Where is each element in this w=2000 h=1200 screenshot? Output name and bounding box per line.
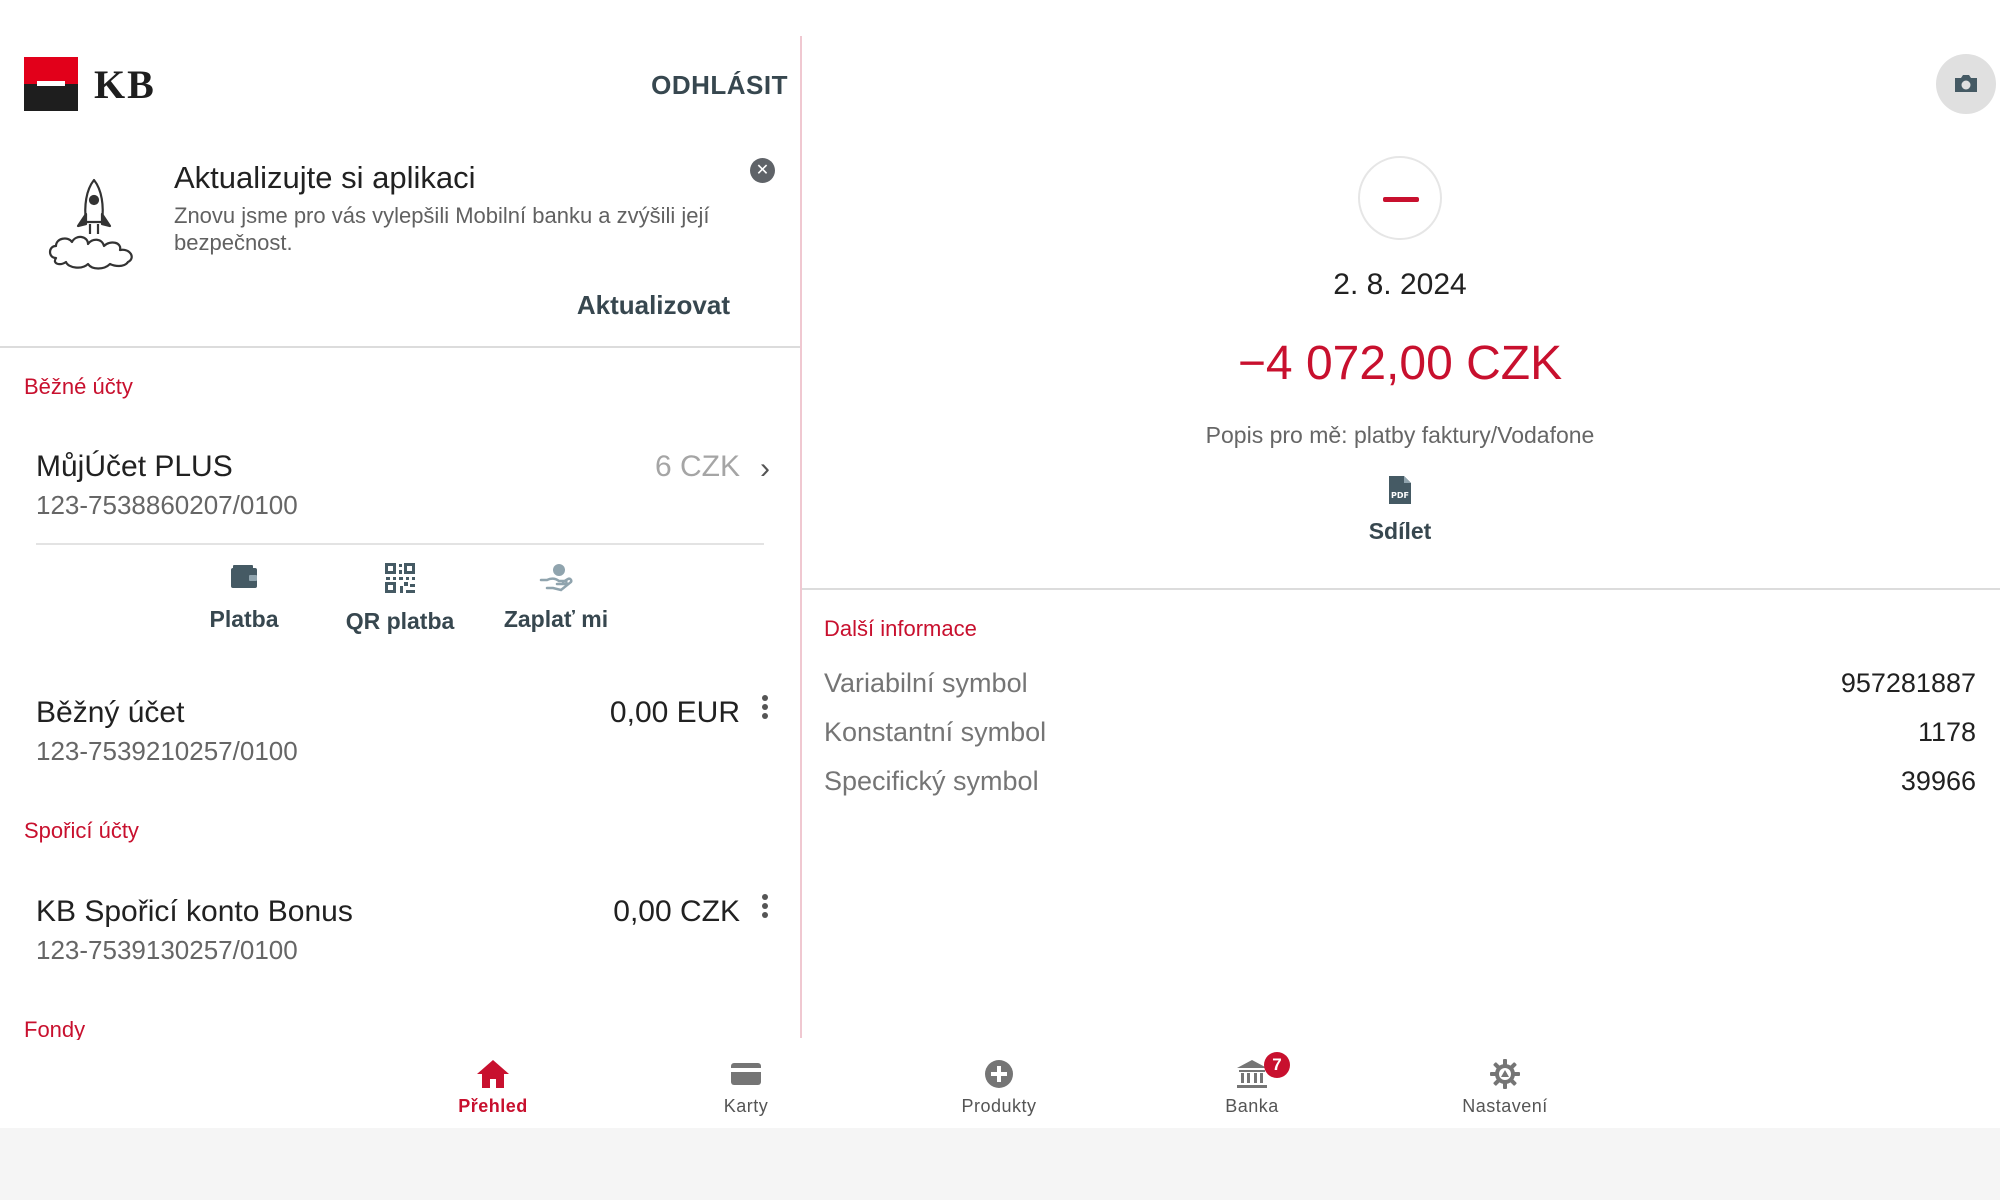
section-current-accounts: Běžné účty [24, 374, 133, 399]
gear-icon [1490, 1059, 1520, 1089]
account-balance: 0,00 CZK [613, 895, 740, 928]
nav-cards[interactable]: Karty [676, 1058, 816, 1117]
bottom-navigation: Přehled Karty Produkty 7 Banka Nastavení [0, 1040, 2000, 1128]
card-icon [731, 1063, 761, 1085]
account-balance: 0,00 EUR [609, 696, 740, 729]
account-balance: 6 CZK [654, 450, 740, 483]
accounts-panel: KB ODHLÁSIT Aktualizujte si aplikaci Zno… [0, 0, 800, 1040]
detail-label: Variabilní symbol [824, 668, 1028, 698]
kb-logo-text: KB [94, 62, 156, 107]
divider [802, 588, 2000, 590]
logout-button[interactable]: ODHLÁSIT [651, 70, 788, 101]
transaction-description: Popis pro mě: platby faktury/Vodafone [1205, 422, 1595, 448]
home-icon [477, 1060, 509, 1088]
detail-label: Specifický symbol [824, 766, 1039, 796]
more-vertical-icon[interactable] [758, 692, 772, 722]
nav-cards-label: Karty [723, 1096, 769, 1116]
payment-button[interactable]: Platba [164, 562, 324, 633]
detail-value: 957281887 [1840, 668, 1976, 698]
system-bar [0, 1128, 2000, 1200]
account-name: MůjÚčet PLUS [36, 450, 233, 483]
transaction-detail-panel: 2. 8. 2024 −4 072,00 CZK Popis pro mě: p… [802, 0, 2000, 1040]
banner-title: Aktualizujte si aplikaci [174, 160, 476, 195]
wallet-icon [231, 565, 257, 588]
close-icon[interactable]: ✕ [750, 158, 775, 183]
banner-text: Znovu jsme pro vás vylepšili Mobilní ban… [174, 203, 710, 255]
nav-bank[interactable]: 7 Banka [1182, 1052, 1322, 1117]
nav-products-label: Produkty [961, 1096, 1037, 1116]
qr-code-icon [385, 563, 415, 593]
outgoing-payment-icon [1358, 156, 1442, 240]
account-number: 123-7538860207/0100 [36, 490, 298, 520]
section-funds: Fondy [24, 1017, 86, 1040]
request-money-icon [539, 564, 573, 592]
payment-label: Platba [209, 606, 279, 632]
divider [36, 543, 764, 545]
nav-overview-label: Přehled [458, 1096, 528, 1116]
nav-overview[interactable]: Přehled [423, 1058, 563, 1117]
qr-payment-button[interactable]: QR platba [320, 562, 480, 635]
account-number: 123-7539210257/0100 [36, 736, 298, 766]
account-name: Běžný účet [36, 696, 185, 729]
nav-settings-label: Nastavení [1462, 1096, 1548, 1116]
notification-badge: 7 [1264, 1052, 1290, 1078]
kb-logo-mark [24, 57, 78, 111]
share-label: Sdílet [1368, 518, 1432, 544]
section-savings-accounts: Spořicí účty [24, 818, 139, 843]
request-money-button[interactable]: Zaplať mi [476, 562, 636, 633]
detail-row: Konstantní symbol 1178 [824, 717, 1976, 751]
plus-circle-icon [985, 1060, 1013, 1088]
qr-payment-label: QR platba [345, 608, 455, 634]
detail-label: Konstantní symbol [824, 717, 1047, 747]
more-info-title: Další informace [824, 616, 977, 641]
camera-icon [1955, 75, 1977, 92]
transaction-amount: −4 072,00 CZK [1237, 337, 1563, 390]
detail-row: Specifický symbol 39966 [824, 766, 1976, 800]
request-money-label: Zaplať mi [503, 606, 609, 632]
update-banner: Aktualizujte si aplikaci Znovu jsme pro … [0, 148, 800, 348]
rocket-icon [48, 178, 133, 270]
update-button[interactable]: Aktualizovat [577, 290, 730, 321]
nav-products[interactable]: Produkty [929, 1058, 1069, 1117]
share-button[interactable]: PDF Sdílet [1350, 474, 1450, 545]
more-vertical-icon[interactable] [758, 891, 772, 921]
chevron-right-icon[interactable]: › [760, 452, 770, 486]
detail-value: 1178 [1917, 717, 1976, 747]
account-name: KB Spořicí konto Bonus [36, 895, 353, 928]
nav-settings[interactable]: Nastavení [1435, 1058, 1575, 1117]
kb-logo: KB [24, 57, 176, 111]
detail-value: 39966 [1900, 766, 1976, 796]
pdf-icon: PDF [1389, 476, 1411, 504]
nav-bank-label: Banka [1225, 1096, 1279, 1116]
detail-row: Variabilní symbol 957281887 [824, 668, 1976, 702]
camera-button[interactable] [1936, 54, 1996, 114]
transaction-date: 2. 8. 2024 [1333, 268, 1467, 301]
account-number: 123-7539130257/0100 [36, 935, 298, 965]
svg-text:PDF: PDF [1391, 491, 1409, 500]
